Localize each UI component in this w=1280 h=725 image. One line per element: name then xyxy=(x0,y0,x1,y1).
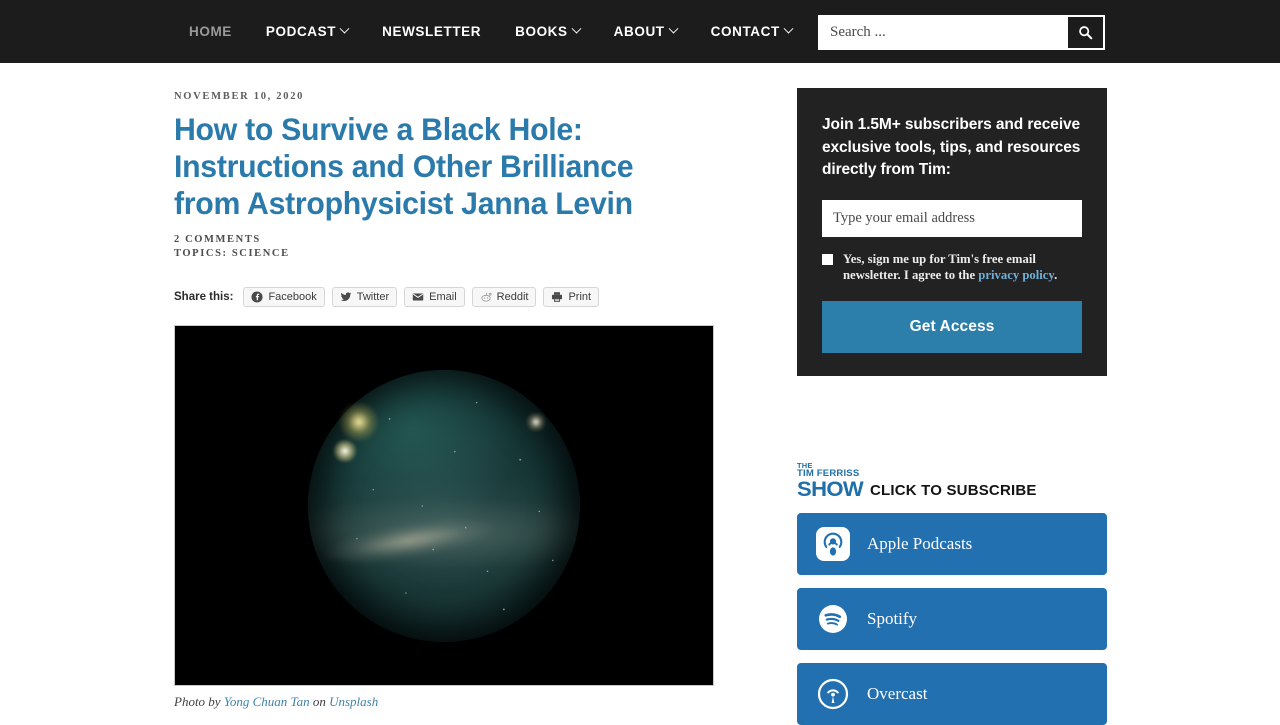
subscribe-button-label: Apple Podcasts xyxy=(867,533,973,553)
topics-line[interactable]: TOPICS: SCIENCE xyxy=(174,247,714,261)
subscribe-button-apple-podcasts[interactable]: Apple Podcasts xyxy=(797,512,1107,575)
twitter-icon xyxy=(340,292,351,302)
horizon-light-c xyxy=(525,413,548,432)
nav-item-newsletter[interactable]: NEWSLETTER xyxy=(365,24,498,39)
consent-row: Yes, sign me up for Tim's free email new… xyxy=(822,251,1082,284)
share-button-print[interactable]: Print xyxy=(543,287,600,307)
spotify-icon xyxy=(819,604,847,633)
get-access-button[interactable]: Get Access xyxy=(822,300,1082,353)
nav-item-label: ABOUT xyxy=(613,24,665,39)
chevron-down-icon xyxy=(783,23,794,34)
nav-item-books[interactable]: BOOKS xyxy=(498,23,597,39)
nav-item-about[interactable]: ABOUT xyxy=(597,23,694,39)
night-sky-disc xyxy=(308,369,580,642)
share-row: Share this: Facebook Twitter Email Reddi… xyxy=(174,287,714,307)
site-header: HOME PODCAST NEWSLETTER BOOKS ABOUT CONT… xyxy=(0,0,1280,63)
nav-item-label: HOME xyxy=(189,24,232,39)
nav-item-podcast[interactable]: PODCAST xyxy=(249,23,365,39)
subscribe-header: THE TIM FERRISS SHOW CLICK TO SUBSCRIBE xyxy=(797,461,1107,501)
share-button-facebook[interactable]: Facebook xyxy=(243,287,325,307)
apple-podcasts-icon xyxy=(816,526,850,561)
nav-item-label: NEWSLETTER xyxy=(382,24,482,39)
chevron-down-icon xyxy=(339,23,350,34)
caption-author-link[interactable]: Yong Chuan Tan xyxy=(224,694,310,709)
nav-item-label: CONTACT xyxy=(710,24,780,39)
horizon-light-a xyxy=(337,402,380,443)
share-label: Share this: xyxy=(174,291,234,303)
nav-item-label: BOOKS xyxy=(515,24,568,39)
post-meta: 2 COMMENTS TOPICS: SCIENCE xyxy=(174,233,714,261)
post-date: NOVEMBER 10, 2020 xyxy=(174,91,305,102)
print-icon xyxy=(552,292,563,302)
search-input[interactable] xyxy=(820,17,1068,48)
subscribe-button-spotify[interactable]: Spotify xyxy=(797,587,1107,650)
privacy-policy-link[interactable]: privacy policy xyxy=(978,268,1054,282)
search-icon xyxy=(1079,26,1093,40)
consent-text-after: . xyxy=(1054,268,1058,282)
nav-item-home[interactable]: HOME xyxy=(172,24,249,39)
sidebar: Join 1.5M+ subscribers and receive exclu… xyxy=(797,88,1107,725)
nav-item-label: PODCAST xyxy=(265,24,337,39)
share-button-email[interactable]: Email xyxy=(404,287,465,307)
search-form xyxy=(818,15,1105,50)
caption-middle: on xyxy=(309,694,330,709)
subscribe-button-label: Spotify xyxy=(867,608,918,628)
email-icon xyxy=(412,293,424,301)
share-button-reddit[interactable]: Reddit xyxy=(471,287,537,307)
share-button-label: Reddit xyxy=(496,291,529,303)
chevron-down-icon xyxy=(668,23,679,34)
email-field[interactable] xyxy=(822,199,1082,237)
subscribe-button-overcast[interactable]: Overcast xyxy=(797,662,1107,725)
tim-ferriss-show-logo: THE TIM FERRISS SHOW xyxy=(797,461,864,501)
newsletter-optin-box: Join 1.5M+ subscribers and receive exclu… xyxy=(797,88,1107,376)
article: NOVEMBER 10, 2020 How to Survive a Black… xyxy=(174,91,714,710)
consent-text: Yes, sign me up for Tim's free email new… xyxy=(843,251,1082,284)
logo-line-show: SHOW xyxy=(797,477,864,501)
page-title[interactable]: How to Survive a Black Hole: Instruction… xyxy=(174,111,692,222)
search-submit-button[interactable] xyxy=(1068,17,1103,48)
click-to-subscribe-heading: CLICK TO SUBSCRIBE xyxy=(869,481,1037,499)
nav-item-contact[interactable]: CONTACT xyxy=(694,23,809,39)
overcast-icon xyxy=(817,678,849,709)
chevron-down-icon xyxy=(571,23,582,34)
article-hero-image xyxy=(174,325,714,686)
share-button-label: Twitter xyxy=(356,291,390,303)
subscribe-button-label: Overcast xyxy=(867,683,928,703)
horizon-light-b xyxy=(332,440,359,463)
share-button-label: Print xyxy=(568,291,592,303)
caption-source-link[interactable]: Unsplash xyxy=(329,694,378,709)
optin-heading: Join 1.5M+ subscribers and receive exclu… xyxy=(822,116,1081,178)
reddit-icon xyxy=(481,292,492,302)
share-button-label: Email xyxy=(429,291,457,303)
caption-prefix: Photo by xyxy=(174,694,224,709)
share-button-twitter[interactable]: Twitter xyxy=(331,287,398,307)
share-button-label: Facebook xyxy=(268,291,317,303)
comments-count[interactable]: 2 COMMENTS xyxy=(174,233,714,247)
facebook-icon xyxy=(251,291,263,303)
primary-navigation: HOME PODCAST NEWSLETTER BOOKS ABOUT CONT… xyxy=(172,23,809,39)
consent-checkbox[interactable] xyxy=(822,253,833,265)
photo-caption: Photo by Yong Chuan Tan on Unsplash xyxy=(174,694,714,710)
